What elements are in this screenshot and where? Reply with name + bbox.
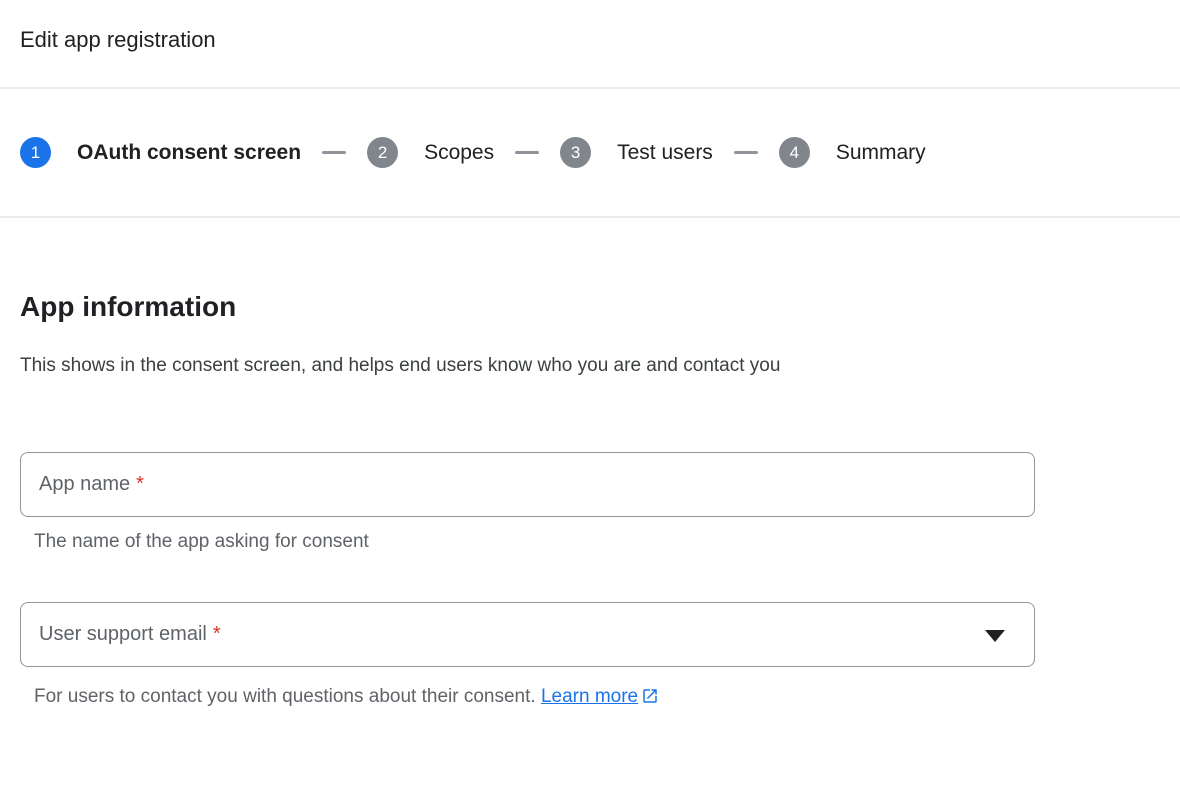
page-header: Edit app registration <box>0 0 1180 89</box>
app-name-input[interactable]: App name * <box>20 452 1035 517</box>
user-support-email-label: User support email <box>39 623 207 646</box>
step-scopes[interactable]: 2 Scopes <box>367 137 494 168</box>
app-name-helper-text: The name of the app asking for consent <box>34 530 1160 554</box>
step-2-label: Scopes <box>424 141 494 165</box>
step-2-circle: 2 <box>367 137 398 168</box>
form-section: App information This shows in the consen… <box>0 290 1180 709</box>
learn-more-link[interactable]: Learn more <box>541 686 638 707</box>
step-connector-dash <box>322 151 346 154</box>
user-support-email-helper-text: For users to contact you with questions … <box>34 685 1160 709</box>
user-support-email-required-asterisk: * <box>213 623 221 646</box>
step-connector-dash <box>515 151 539 154</box>
page-title: Edit app registration <box>20 25 1160 55</box>
step-connector-dash <box>734 151 758 154</box>
section-description: This shows in the consent screen, and he… <box>20 346 820 386</box>
step-4-label: Summary <box>836 141 926 165</box>
user-support-email-select[interactable]: User support email * <box>20 602 1035 667</box>
app-name-required-asterisk: * <box>136 473 144 496</box>
step-3-circle: 3 <box>560 137 591 168</box>
step-oauth-consent-screen[interactable]: 1 OAuth consent screen <box>20 137 301 168</box>
user-support-email-helper-sentence: For users to contact you with questions … <box>34 686 536 707</box>
step-4-circle: 4 <box>779 137 810 168</box>
external-link-icon <box>641 687 659 705</box>
wizard-stepper: 1 OAuth consent screen 2 Scopes 3 Test u… <box>0 89 1180 218</box>
step-summary[interactable]: 4 Summary <box>779 137 926 168</box>
step-1-circle: 1 <box>20 137 51 168</box>
step-1-label: OAuth consent screen <box>77 141 301 165</box>
step-3-label: Test users <box>617 141 713 165</box>
dropdown-arrow-icon[interactable] <box>985 630 1005 642</box>
step-test-users[interactable]: 3 Test users <box>560 137 713 168</box>
section-heading: App information <box>20 290 1160 324</box>
app-name-label: App name <box>39 473 130 496</box>
